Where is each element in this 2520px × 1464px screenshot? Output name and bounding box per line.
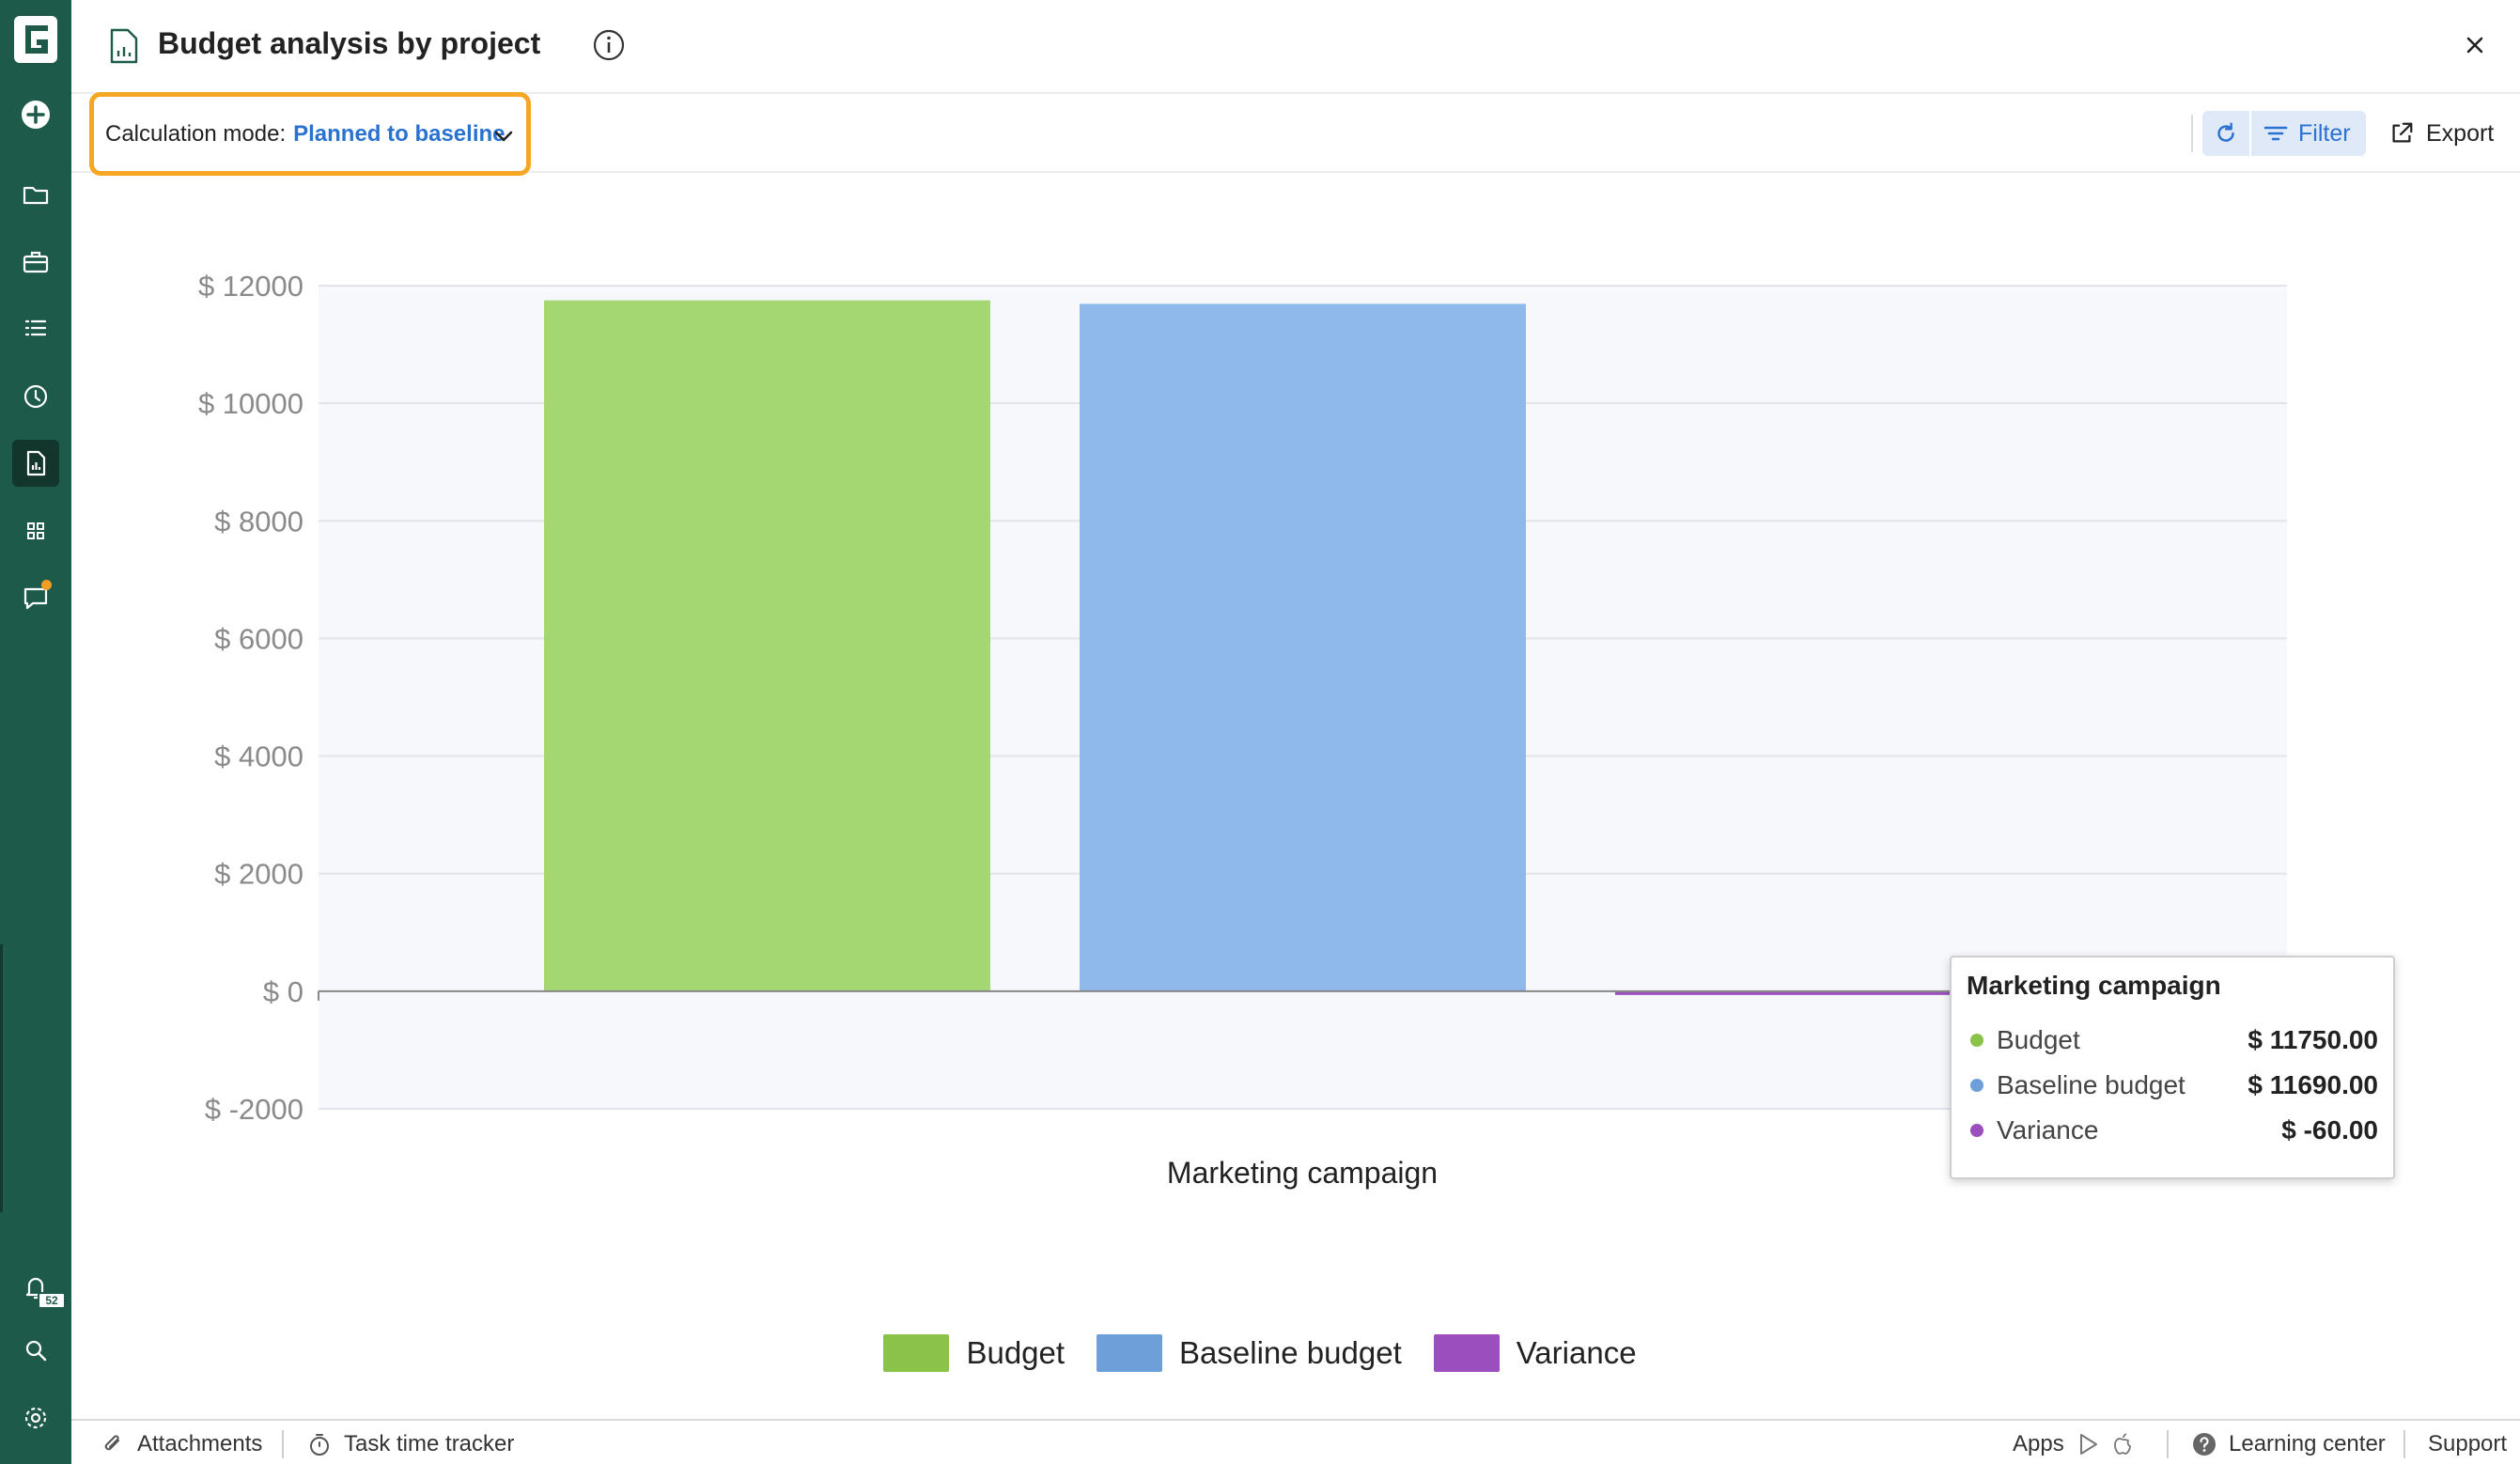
x-category-label: Marketing campaign	[1167, 1156, 1438, 1190]
chart-tooltip: Marketing campaign Budget $ 11750.00 Bas…	[1950, 956, 2395, 1179]
tooltip-dot-baseline	[1970, 1079, 1983, 1092]
footer-divider	[2167, 1430, 2169, 1458]
sidebar: 52	[0, 0, 71, 1464]
filter-button[interactable]: Filter	[2251, 111, 2366, 156]
report-icon	[110, 28, 138, 64]
legend-swatch	[883, 1334, 950, 1372]
tooltip-name: Budget	[1997, 1025, 2080, 1054]
legend-swatch	[1433, 1334, 1500, 1372]
chat-icon[interactable]	[12, 574, 59, 621]
chat-notification-dot	[41, 580, 52, 590]
legend-label: Budget	[966, 1335, 1066, 1370]
help-icon	[2193, 1433, 2216, 1456]
budget-chart: $ 12000 $ 10000 $ 8000 $ 6000 $ 4000 $ 2000 $ …	[71, 175, 2520, 1417]
support-label: Support	[2428, 1431, 2508, 1456]
chart-legend: Budget Baseline budget Variance	[0, 1334, 2520, 1372]
tooltip-row: Baseline budget $ 11690.00	[1967, 1063, 2378, 1108]
calculation-mode-dropdown[interactable]: Calculation mode: Planned to baseline	[89, 92, 531, 176]
task-time-tracker-label: Task time tracker	[344, 1431, 515, 1456]
refresh-icon	[2217, 122, 2234, 142]
play-store-icon	[2079, 1434, 2097, 1455]
tooltip-value: $ 11750.00	[2248, 1025, 2378, 1054]
apps-link[interactable]: Apps	[2013, 1430, 2136, 1458]
apps-label: Apps	[2013, 1431, 2064, 1456]
toolbar: Calculation mode: Planned to baseline Fi…	[71, 92, 2520, 176]
y-tick-label: $ -2000	[205, 1093, 303, 1126]
legend-item-baseline-budget[interactable]: Baseline budget	[1097, 1334, 1402, 1372]
footer-divider	[282, 1430, 284, 1458]
y-tick-label: $ 8000	[214, 505, 303, 537]
close-icon[interactable]	[2460, 30, 2490, 60]
add-icon[interactable]	[12, 91, 59, 138]
tooltip-title: Marketing campaign	[1967, 971, 2221, 1000]
bar-budget	[544, 300, 990, 991]
stopwatch-icon	[310, 1434, 329, 1456]
page-title: Budget analysis by project	[158, 26, 541, 60]
bar-baseline-budget	[1080, 304, 1526, 991]
tooltip-value: $ -60.00	[2281, 1115, 2378, 1145]
task-time-tracker-link[interactable]: Task time tracker	[306, 1430, 514, 1458]
attachments-label: Attachments	[137, 1431, 263, 1456]
support-link[interactable]: Support	[2428, 1430, 2507, 1458]
apple-icon	[2113, 1433, 2131, 1455]
tooltip-name: Baseline budget	[1997, 1070, 2186, 1099]
y-tick-label: $ 4000	[214, 740, 303, 773]
folder-icon[interactable]	[12, 171, 59, 218]
logo-icon[interactable]	[12, 14, 59, 65]
sidebar-divider	[0, 944, 3, 1212]
footer-bar: Attachments Task time tracker Apps Learn…	[71, 1419, 2520, 1464]
legend-label: Baseline budget	[1179, 1335, 1402, 1370]
y-tick-label: $ 6000	[214, 622, 303, 655]
tooltip-dot-budget	[1970, 1034, 1983, 1047]
export-label: Export	[2426, 119, 2495, 147]
footer-divider	[2403, 1430, 2405, 1458]
attachments-link[interactable]: Attachments	[100, 1430, 262, 1458]
paperclip-icon	[104, 1435, 119, 1451]
legend-item-variance[interactable]: Variance	[1433, 1334, 1637, 1372]
filter-icon	[2263, 126, 2288, 141]
toolbar-divider	[2191, 115, 2193, 152]
export-icon	[2392, 122, 2413, 143]
notification-count-badge: 52	[38, 1292, 66, 1309]
calculation-mode-label: Calculation mode:	[105, 120, 287, 147]
tooltip-name: Variance	[1997, 1115, 2099, 1145]
tooltip-dot-variance	[1970, 1124, 1983, 1137]
chevron-down-icon	[494, 131, 513, 142]
legend-item-budget[interactable]: Budget	[883, 1334, 1065, 1372]
reports-icon[interactable]	[12, 440, 59, 487]
export-button[interactable]: Export	[2388, 111, 2494, 156]
report-header: Budget analysis by project	[71, 0, 2520, 94]
learning-center-link[interactable]: Learning center	[2191, 1430, 2386, 1458]
list-icon[interactable]	[12, 304, 59, 351]
refresh-button[interactable]	[2202, 111, 2249, 156]
apps-grid-icon[interactable]	[12, 507, 59, 554]
info-icon[interactable]	[592, 28, 626, 62]
clock-icon[interactable]	[12, 373, 59, 420]
tooltip-row: Variance $ -60.00	[1967, 1108, 2378, 1153]
gear-icon[interactable]	[12, 1394, 59, 1441]
filter-label: Filter	[2298, 119, 2351, 147]
bell-icon[interactable]: 52	[12, 1264, 66, 1311]
legend-swatch	[1097, 1334, 1163, 1372]
chart-svg: $ 12000 $ 10000 $ 8000 $ 6000 $ 4000 $ 2000 $ …	[198, 270, 2287, 1190]
y-tick-label: $ 2000	[214, 858, 303, 891]
learning-center-label: Learning center	[2229, 1431, 2386, 1456]
legend-label: Variance	[1516, 1335, 1637, 1370]
tooltip-row: Budget $ 11750.00	[1967, 1018, 2378, 1063]
briefcase-icon[interactable]	[12, 239, 59, 286]
tooltip-value: $ 11690.00	[2248, 1070, 2378, 1099]
y-tick-label: $ 0	[263, 975, 303, 1008]
calculation-mode-value[interactable]: Planned to baseline	[293, 121, 505, 148]
y-tick-label: $ 12000	[198, 270, 303, 303]
y-tick-label: $ 10000	[198, 387, 303, 420]
